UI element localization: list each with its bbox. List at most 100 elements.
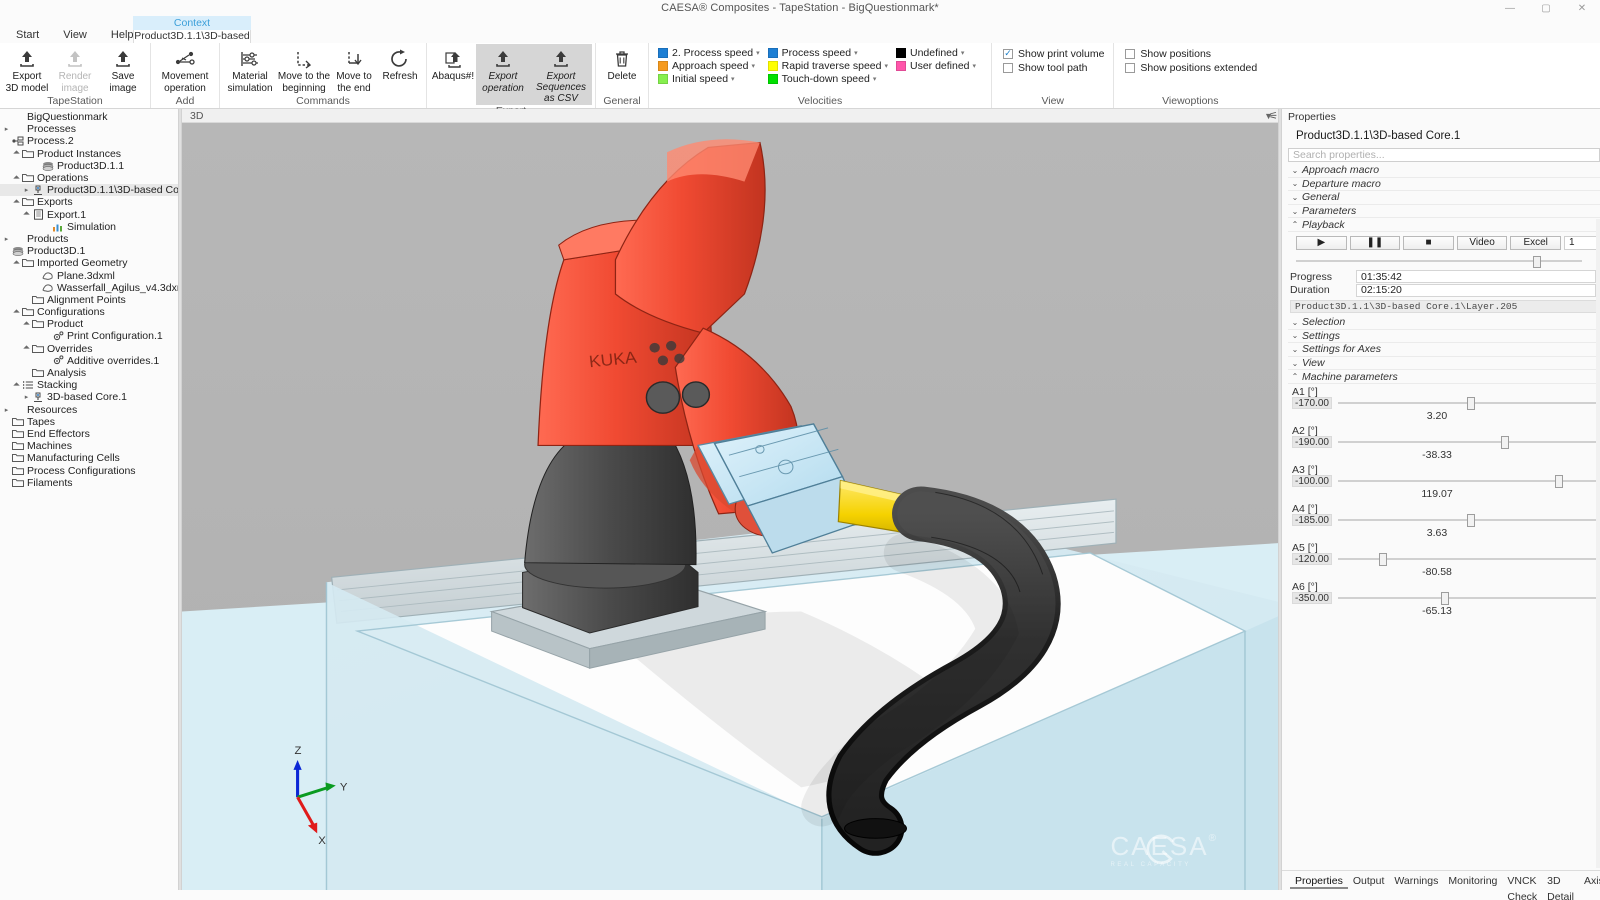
project-tree[interactable]: BigQuestionmark▸ProcessesProcess.2◢Produ… <box>0 109 178 890</box>
slider-thumb[interactable] <box>1555 475 1563 488</box>
machine-parameter-slider[interactable] <box>1338 514 1596 527</box>
tree-item[interactable]: ◢Overrides <box>0 343 178 355</box>
play-button[interactable]: ▶ <box>1296 236 1347 250</box>
bottom-tab-3d-detail[interactable]: 3D Detail <box>1542 873 1579 889</box>
save-image-button[interactable]: Save image <box>99 44 147 95</box>
expand-arrow-icon[interactable]: ▸ <box>22 186 31 194</box>
property-section-selection[interactable]: ⌄Selection <box>1288 316 1600 330</box>
export-3d-model-button[interactable]: Export 3D model <box>3 44 51 95</box>
property-section-departure-macro[interactable]: ⌄Departure macro <box>1288 178 1600 192</box>
machine-parameter-slider[interactable] <box>1338 436 1596 449</box>
tree-item[interactable]: Tapes <box>0 416 178 428</box>
chevron-down-icon[interactable]: ▾ <box>731 75 735 83</box>
velocity-item-process-speed[interactable]: Process speed ▾ <box>768 46 896 59</box>
pin-icon[interactable]: ⚟ <box>1269 111 1278 122</box>
bottom-tab-output[interactable]: Output <box>1348 873 1390 889</box>
velocity-item-user-defined[interactable]: User defined ▾ <box>896 59 984 72</box>
property-section-machine-parameters[interactable]: ⌃Machine parameters <box>1288 370 1600 384</box>
bottom-tab-axissystemstool[interactable]: AxisSystemsTool <box>1579 873 1600 889</box>
bottom-tab-warnings[interactable]: Warnings <box>1389 873 1443 889</box>
checkbox-show-print-volume[interactable]: Show print volume <box>1003 47 1104 60</box>
stop-button[interactable]: ■ <box>1403 236 1454 250</box>
bottom-tab-monitoring[interactable]: Monitoring <box>1443 873 1502 889</box>
search-properties-input[interactable]: Search properties... <box>1288 148 1600 162</box>
velocity-item-approach-speed[interactable]: Approach speed ▾ <box>658 59 768 72</box>
checkbox-show-positions-extended[interactable]: Show positions extended <box>1125 61 1257 74</box>
tree-item[interactable]: ▸Product3D.1.1\3D-based Core.1 <box>0 184 178 196</box>
chevron-down-icon[interactable]: ▾ <box>756 49 760 57</box>
property-section-general[interactable]: ⌄General <box>1288 191 1600 205</box>
expand-arrow-icon[interactable]: ▸ <box>22 393 31 401</box>
tree-item[interactable]: Analysis <box>0 367 178 379</box>
velocity-item-undefined[interactable]: Undefined ▾ <box>896 46 984 59</box>
tab-context-operation[interactable]: Product3D.1.1\3D-based Core.1 <box>133 30 251 43</box>
progress-value[interactable]: 01:35:42 <box>1356 270 1596 283</box>
viewport-tab-3d[interactable]: 3D <box>186 110 207 122</box>
property-section-playback[interactable]: ⌃Playback <box>1288 218 1600 232</box>
tree-item[interactable]: Manufacturing Cells <box>0 452 178 464</box>
slider-thumb[interactable] <box>1441 592 1449 605</box>
tree-item[interactable]: Product3D.1.1 <box>0 160 178 172</box>
tree-item[interactable]: BigQuestionmark <box>0 111 178 123</box>
slider-thumb[interactable] <box>1467 514 1475 527</box>
playback-speed-input[interactable]: 1 <box>1564 236 1600 250</box>
chevron-down-icon[interactable]: ▾ <box>873 75 877 83</box>
duration-value[interactable]: 02:15:20 <box>1356 284 1596 297</box>
velocity-item-rapid-traverse-speed[interactable]: Rapid traverse speed ▾ <box>768 59 896 72</box>
material-simulation-button[interactable]: Material simulation <box>223 44 277 95</box>
chevron-down-icon[interactable]: ▾ <box>884 62 888 70</box>
property-section-view[interactable]: ⌄View <box>1288 357 1600 371</box>
checkbox-show-positions[interactable]: Show positions <box>1125 47 1257 60</box>
movement-operation-button[interactable]: Movement operation <box>154 44 216 95</box>
chevron-down-icon[interactable]: ▾ <box>961 49 965 57</box>
tree-item[interactable]: Process Configurations <box>0 464 178 476</box>
properties-scrollbar[interactable] <box>1596 219 1600 868</box>
machine-parameter-slider[interactable] <box>1338 475 1596 488</box>
checkbox-show-tool-path[interactable]: Show tool path <box>1003 61 1104 74</box>
tab-start[interactable]: Start <box>4 29 51 42</box>
machine-parameter-slider[interactable] <box>1338 397 1596 410</box>
slider-thumb[interactable] <box>1467 397 1475 410</box>
playback-slider[interactable] <box>1296 256 1582 266</box>
playback-slider-thumb[interactable] <box>1533 256 1541 268</box>
tree-item[interactable]: Product3D.1 <box>0 245 178 257</box>
tree-item[interactable]: ◢Imported Geometry <box>0 257 178 269</box>
abaqus-export-button[interactable]: Abaqus#! <box>430 44 476 105</box>
minimize-button[interactable]: — <box>1492 0 1528 16</box>
tree-item[interactable]: ◢Stacking <box>0 379 178 391</box>
bottom-tab-properties[interactable]: Properties <box>1290 873 1348 889</box>
velocity-item-process-speed-2[interactable]: 2. Process speed ▾ <box>658 46 768 59</box>
chevron-down-icon[interactable]: ▾ <box>751 62 755 70</box>
close-button[interactable]: ✕ <box>1564 0 1600 16</box>
tree-item[interactable]: ◢Product <box>0 318 178 330</box>
expand-arrow-icon[interactable]: ▸ <box>2 406 11 414</box>
slider-thumb[interactable] <box>1501 436 1509 449</box>
export-operation-button[interactable]: Export operation <box>476 44 530 105</box>
viewport-3d[interactable]: KUKA <box>182 123 1278 890</box>
tree-item[interactable]: ◢Export.1 <box>0 209 178 221</box>
excel-export-button[interactable]: Excel <box>1510 236 1561 250</box>
expand-arrow-icon[interactable]: ▸ <box>2 235 11 243</box>
tree-item[interactable]: ◢Configurations <box>0 306 178 318</box>
move-to-end-button[interactable]: Move to the end <box>331 44 377 95</box>
property-section-settings[interactable]: ⌄Settings <box>1288 330 1600 344</box>
velocity-item-initial-speed[interactable]: Initial speed ▾ <box>658 72 768 85</box>
tree-item[interactable]: Alignment Points <box>0 294 178 306</box>
tree-item[interactable]: Simulation <box>0 221 178 233</box>
tree-item[interactable]: ◢Operations <box>0 172 178 184</box>
bottom-tab-vnck-check[interactable]: VNCK Check <box>1502 873 1542 889</box>
tree-item[interactable]: Additive overrides.1 <box>0 355 178 367</box>
delete-button[interactable]: Delete <box>599 44 645 95</box>
machine-parameter-slider[interactable] <box>1338 592 1596 605</box>
tree-item[interactable]: ◢Exports <box>0 196 178 208</box>
tree-item[interactable]: ▸3D-based Core.1 <box>0 391 178 403</box>
tree-item[interactable]: Wasserfall_Agilus_v4.3dxml <box>0 282 178 294</box>
pause-button[interactable]: ❚❚ <box>1350 236 1401 250</box>
tree-item[interactable]: Print Configuration.1 <box>0 330 178 342</box>
machine-parameter-slider[interactable] <box>1338 553 1596 566</box>
tree-item[interactable]: Process.2 <box>0 135 178 147</box>
slider-thumb[interactable] <box>1379 553 1387 566</box>
export-sequences-csv-button[interactable]: Export Sequences as CSV <box>530 44 592 105</box>
tree-item[interactable]: Machines <box>0 440 178 452</box>
move-to-beginning-button[interactable]: Move to the beginning <box>277 44 331 95</box>
